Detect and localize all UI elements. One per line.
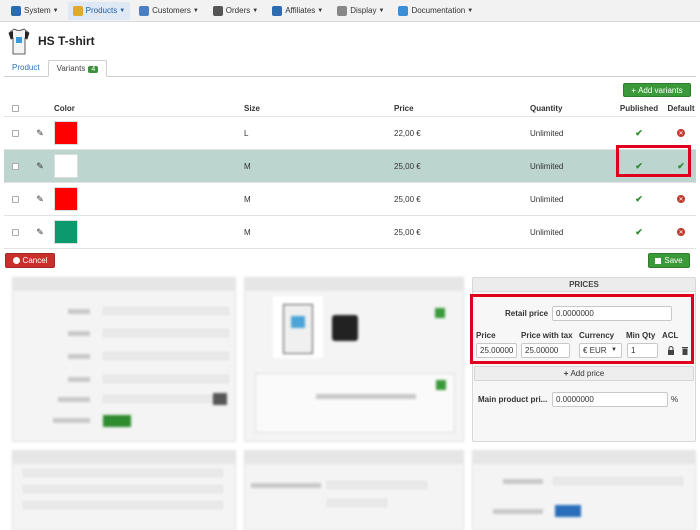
- table-row[interactable]: ✎ M 25,00 € Unlimited ✔ ✔: [4, 150, 696, 183]
- caret-down-icon: ▼: [119, 7, 126, 14]
- cancel-icon: [12, 257, 20, 264]
- header-price[interactable]: Price: [394, 104, 530, 113]
- not-default-icon[interactable]: ✕: [677, 129, 685, 137]
- row-checkbox[interactable]: [11, 162, 19, 170]
- published-check-icon[interactable]: ✔: [635, 194, 643, 205]
- page-title: HS T-shirt: [38, 34, 95, 48]
- row-checkbox[interactable]: [11, 129, 19, 137]
- header-published[interactable]: Published: [612, 104, 666, 113]
- add-variants-button[interactable]: + Add variants: [623, 83, 691, 97]
- size-cell: M: [244, 227, 251, 237]
- header-color[interactable]: Color: [54, 104, 244, 113]
- nav-item-products[interactable]: Products ▼: [67, 1, 131, 20]
- display-icon: [337, 5, 348, 16]
- wrench-icon: [11, 5, 21, 16]
- color-swatch: [54, 187, 78, 211]
- main-product-price-input[interactable]: 0.0000000: [552, 392, 668, 407]
- pencil-icon[interactable]: ✎: [36, 161, 44, 172]
- product-header: HS T-shirt: [8, 26, 95, 56]
- quantity-cell: Unlimited: [530, 194, 564, 204]
- prices-highlight-box: [470, 294, 694, 364]
- nav-item-display[interactable]: Display ▼: [332, 2, 389, 20]
- caret-down-icon: ▼: [252, 7, 259, 14]
- table-row[interactable]: ✎ M 25,00 € Unlimited ✔ ✕: [4, 183, 696, 216]
- tab-product[interactable]: Product: [4, 60, 48, 76]
- caret-down-icon: ▼: [467, 7, 474, 14]
- product-tabs: Product Variants 4: [4, 60, 696, 77]
- save-icon: [655, 257, 662, 264]
- size-cell: M: [244, 194, 251, 204]
- header-default[interactable]: Default: [666, 104, 696, 113]
- plus-icon: +: [563, 369, 569, 378]
- quantity-cell: Unlimited: [530, 227, 564, 237]
- nav-item-system[interactable]: System ▼: [6, 2, 64, 20]
- price-cell: 25,00 €: [394, 227, 421, 237]
- price-cell: 22,00 €: [394, 128, 421, 138]
- quantity-cell: Unlimited: [530, 128, 564, 138]
- table-row[interactable]: ✎ L 22,00 € Unlimited ✔ ✕: [4, 117, 696, 150]
- quantity-cell: Unlimited: [530, 161, 564, 171]
- price-cell: 25,00 €: [394, 161, 421, 171]
- row-checkbox[interactable]: [11, 195, 19, 203]
- published-check-icon[interactable]: ✔: [635, 227, 643, 238]
- table-row[interactable]: ✎ M 25,00 € Unlimited ✔ ✕: [4, 216, 696, 249]
- size-cell: L: [244, 128, 249, 138]
- row-checkbox[interactable]: [11, 228, 19, 236]
- percent-sign: %: [671, 395, 679, 404]
- not-default-icon[interactable]: ✕: [677, 195, 685, 203]
- color-swatch: [54, 154, 78, 178]
- main-options-panel: [12, 277, 236, 442]
- header-size[interactable]: Size: [244, 104, 394, 113]
- affiliate-icon: [272, 5, 283, 16]
- header-quantity[interactable]: Quantity: [530, 104, 612, 113]
- globe-icon: [398, 5, 409, 16]
- nav-item-affiliates[interactable]: Affiliates ▼: [267, 2, 328, 20]
- tab-variants[interactable]: Variants 4: [47, 60, 108, 77]
- variants-count-badge: 4: [88, 66, 99, 73]
- restrictions-panel: [244, 450, 464, 530]
- highlight-box: [616, 145, 691, 177]
- description-panel: [12, 450, 236, 530]
- price-cell: 25,00 €: [394, 194, 421, 204]
- pencil-icon[interactable]: ✎: [36, 194, 44, 205]
- custom-fields-panel: [472, 450, 696, 530]
- tshirt-thumbnail: [8, 28, 30, 55]
- users-icon: [139, 5, 150, 16]
- select-all-checkbox[interactable]: [11, 104, 19, 112]
- variants-table: Color Size Price Quantity Published Defa…: [4, 100, 696, 249]
- box-icon: [72, 5, 83, 16]
- color-swatch: [54, 220, 78, 244]
- top-navbar: System ▼ Products ▼ Customers ▼ Orders ▼ Affilia…: [0, 0, 700, 22]
- prices-title: PRICES: [473, 278, 695, 292]
- not-default-icon[interactable]: ✕: [677, 228, 685, 236]
- caret-down-icon: ▼: [378, 7, 385, 14]
- caret-down-icon: ▼: [317, 7, 324, 14]
- cart-icon: [212, 5, 223, 16]
- nav-item-documentation[interactable]: Documentation ▼: [393, 2, 478, 20]
- nav-item-orders[interactable]: Orders ▼: [208, 2, 263, 20]
- color-swatch: [54, 121, 78, 145]
- pencil-icon[interactable]: ✎: [36, 227, 44, 238]
- size-cell: M: [244, 161, 251, 171]
- published-check-icon[interactable]: ✔: [635, 128, 643, 139]
- caret-down-icon: ▼: [192, 7, 199, 14]
- plus-icon: +: [631, 85, 637, 95]
- caret-down-icon: ▼: [52, 7, 59, 14]
- nav-item-customers[interactable]: Customers ▼: [134, 2, 204, 20]
- cancel-button[interactable]: Cancel: [5, 253, 55, 268]
- add-price-button[interactable]: + Add price: [474, 366, 694, 381]
- main-product-price-label: Main product pri...: [478, 395, 548, 404]
- pencil-icon[interactable]: ✎: [36, 128, 44, 139]
- save-button[interactable]: Save: [648, 253, 690, 268]
- table-header: Color Size Price Quantity Published Defa…: [4, 100, 696, 117]
- images-panel: [244, 277, 464, 442]
